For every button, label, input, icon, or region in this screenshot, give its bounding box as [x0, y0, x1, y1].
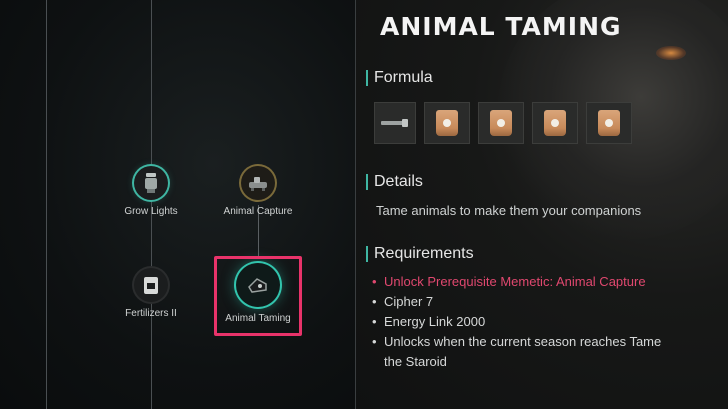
tech-tree-panel: Grow Lights Animal Capture Fertilizers I…: [0, 0, 356, 409]
formula-item[interactable]: [532, 102, 578, 144]
fertilizer-bag-icon: [544, 110, 566, 136]
fertilizer-bag-icon: [490, 110, 512, 136]
grow-lights-icon: [134, 166, 168, 200]
selection-highlight: [214, 256, 302, 336]
requirements-list: Unlock Prerequisite Memetic: Animal Capt…: [370, 272, 670, 372]
node-label: Fertilizers II: [125, 308, 177, 319]
details-description: Tame animals to make them your companion…: [376, 203, 642, 218]
animal-capture-icon: [241, 166, 275, 200]
fertilizer-bag-icon: [134, 268, 168, 302]
node-fertilizers-ii[interactable]: Fertilizers II: [96, 268, 206, 319]
formula-item[interactable]: [478, 102, 524, 144]
node-label: Grow Lights: [124, 206, 178, 217]
formula-items: [374, 102, 632, 144]
section-details: Details: [366, 174, 423, 190]
section-formula: Formula: [366, 70, 433, 86]
tool-rod-icon: [381, 119, 408, 127]
node-label: Animal Capture: [223, 206, 293, 217]
requirement-item: Energy Link 2000: [370, 312, 670, 332]
page-title: ANIMAL TAMING: [380, 12, 622, 41]
detail-panel: ANIMAL TAMING Formula Details Tame anima…: [356, 0, 728, 409]
node-animal-capture[interactable]: Animal Capture: [203, 166, 313, 217]
formula-item[interactable]: [374, 102, 416, 144]
ember-glow: [656, 46, 686, 60]
section-requirements: Requirements: [366, 246, 474, 262]
requirement-item: Unlocks when the current season reaches …: [370, 332, 670, 372]
fertilizer-bag-icon: [598, 110, 620, 136]
node-grow-lights[interactable]: Grow Lights: [96, 166, 206, 217]
requirement-item: Unlock Prerequisite Memetic: Animal Capt…: [370, 272, 670, 292]
tree-guide-line: [46, 0, 47, 409]
formula-item[interactable]: [586, 102, 632, 144]
fertilizer-bag-icon: [436, 110, 458, 136]
requirement-item: Cipher 7: [370, 292, 670, 312]
formula-item[interactable]: [424, 102, 470, 144]
